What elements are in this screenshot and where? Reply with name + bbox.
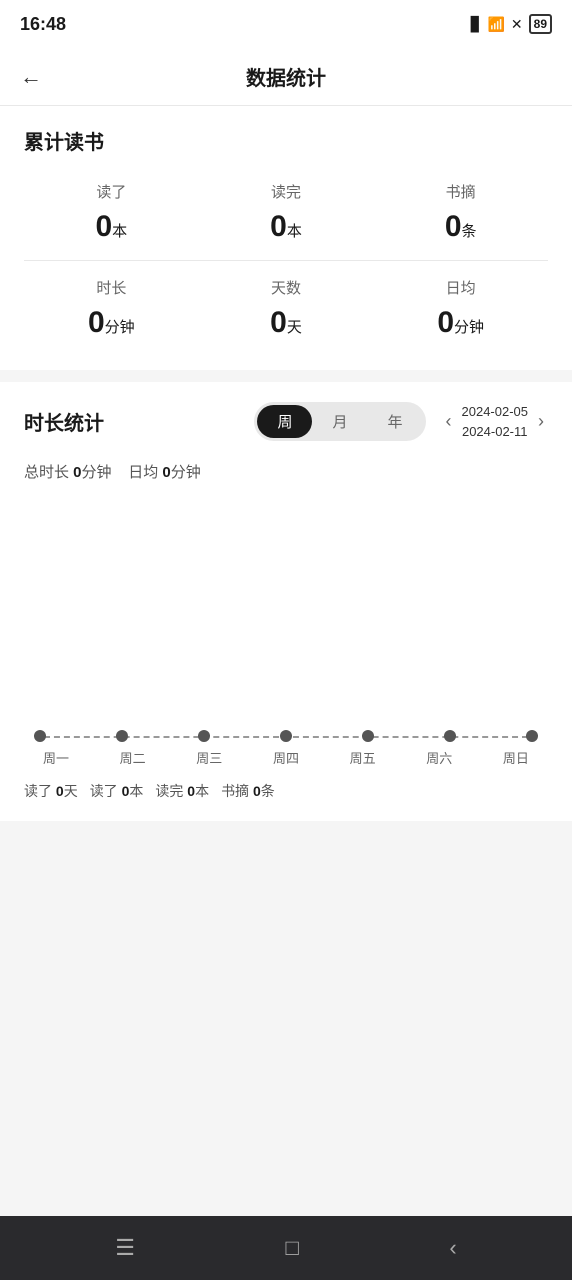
dot-mon (34, 730, 46, 742)
stats-row-2: 时长 0分钟 天数 0天 日均 0分钟 (24, 267, 548, 350)
tab-year[interactable]: 年 (367, 405, 422, 438)
stat-read: 读了 0本 (24, 171, 199, 254)
back-nav-icon[interactable]: ‹ (449, 1235, 456, 1261)
stat-daily-avg-label: 日均 (446, 277, 476, 298)
chart-area (24, 498, 548, 718)
stat-daily-avg: 日均 0分钟 (373, 267, 548, 350)
next-arrow[interactable]: › (534, 407, 548, 436)
stat-excerpts: 书摘 0条 (221, 781, 275, 801)
stat-days: 天数 0天 (199, 267, 374, 350)
label-sat: 周六 (421, 748, 457, 767)
stats-divider (24, 260, 548, 261)
cumulative-reading-title: 累计读书 (24, 126, 548, 155)
date-nav: ‹ 2024-02-05 2024-02-11 › (442, 402, 549, 441)
tab-week[interactable]: 周 (257, 405, 312, 438)
dot-wed (198, 730, 210, 742)
nav-bar: ☰ □ ‹ (0, 1216, 572, 1280)
stat-finished-label: 读完 (271, 181, 301, 202)
status-bar: 16:48 ▊ 📶 ✕ 89 (0, 0, 572, 48)
stat-finished-value: 0本 (270, 210, 302, 244)
signal-icon: ▊ (471, 16, 482, 33)
date-end: 2024-02-11 (462, 422, 529, 442)
duration-summary: 总时长 0分钟 日均 0分钟 (24, 461, 548, 482)
duration-stats-section: 时长统计 周 月 年 ‹ 2024-02-05 2024-02-11 › (0, 382, 572, 821)
label-mon: 周一 (38, 748, 74, 767)
dot-sat (444, 730, 456, 742)
stat-excerpt-value: 0条 (445, 210, 477, 244)
total-unit: 分钟 (82, 464, 112, 481)
stats-row-1: 读了 0本 读完 0本 书摘 0条 (24, 171, 548, 254)
status-icons: ▊ 📶 ✕ 89 (471, 14, 552, 34)
stat-read-books: 读了 0本 (90, 781, 144, 801)
dot-sun (526, 730, 538, 742)
cumulative-reading-section: 累计读书 读了 0本 读完 0本 书摘 0条 时长 0分钟 天数 0天 (0, 106, 572, 370)
stat-days-value: 0天 (270, 306, 302, 340)
stat-duration-label: 时长 (96, 277, 126, 298)
battery-x-icon: ✕ (511, 16, 523, 33)
stat-daily-avg-value: 0分钟 (437, 306, 484, 340)
menu-icon[interactable]: ☰ (115, 1235, 135, 1261)
avg-label: 日均 (128, 464, 162, 481)
label-sun: 周日 (498, 748, 534, 767)
date-start: 2024-02-05 (462, 402, 529, 422)
back-button[interactable]: ← (20, 64, 42, 90)
duration-title: 时长统计 (24, 407, 104, 436)
stat-finished-books: 读完 0本 (155, 781, 209, 801)
page-title: 数据统计 (246, 62, 326, 91)
tab-selector[interactable]: 周 月 年 (254, 402, 425, 441)
stat-excerpt: 书摘 0条 (373, 171, 548, 254)
avg-unit: 分钟 (171, 464, 201, 481)
avg-duration-value: 0 (162, 464, 170, 481)
home-icon[interactable]: □ (286, 1235, 299, 1261)
stat-excerpt-label: 书摘 (446, 181, 476, 202)
tab-month[interactable]: 月 (312, 405, 367, 438)
wifi-icon: 📶 (487, 16, 504, 33)
label-wed: 周三 (191, 748, 227, 767)
status-time: 16:48 (20, 14, 66, 35)
stat-finished: 读完 0本 (199, 171, 374, 254)
stat-days-label: 天数 (271, 277, 301, 298)
dot-thu (280, 730, 292, 742)
label-tue: 周二 (115, 748, 151, 767)
stat-duration-value: 0分钟 (88, 306, 135, 340)
prev-arrow[interactable]: ‹ (442, 407, 456, 436)
header: ← 数据统计 (0, 48, 572, 106)
duration-header: 时长统计 周 月 年 ‹ 2024-02-05 2024-02-11 › (24, 402, 548, 441)
dot-fri (362, 730, 374, 742)
total-label: 总时长 (24, 464, 73, 481)
label-thu: 周四 (268, 748, 304, 767)
week-labels: 周一 周二 周三 周四 周五 周六 周日 (34, 748, 538, 767)
stat-read-label: 读了 (96, 181, 126, 202)
label-fri: 周五 (345, 748, 381, 767)
total-duration-value: 0 (73, 464, 81, 481)
content: 累计读书 读了 0本 读完 0本 书摘 0条 时长 0分钟 天数 0天 (0, 106, 572, 1280)
bottom-stats: 读了 0天 读了 0本 读完 0本 书摘 0条 (24, 781, 548, 801)
stat-duration: 时长 0分钟 (24, 267, 199, 350)
dot-tue (116, 730, 128, 742)
date-range: 2024-02-05 2024-02-11 (462, 402, 529, 441)
stat-read-days: 读了 0天 (24, 781, 78, 801)
stat-read-value: 0本 (95, 210, 127, 244)
battery-icon: 89 (529, 14, 552, 34)
week-chart: 周一 周二 周三 周四 周五 周六 周日 (24, 730, 548, 767)
dots-line (34, 730, 538, 742)
